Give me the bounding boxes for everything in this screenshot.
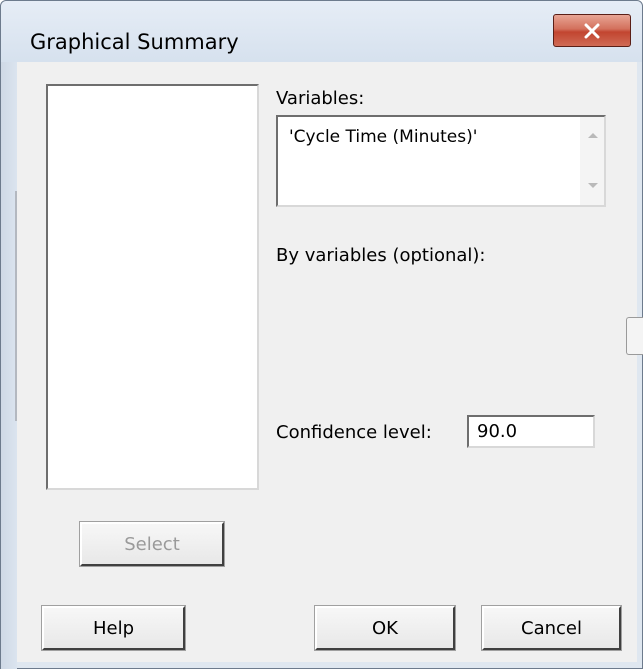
select-button[interactable]: Select [79,521,225,567]
side-expand-button[interactable] [626,317,643,355]
confidence-level-field[interactable]: 90.0 [467,415,595,448]
close-button[interactable] [553,14,631,47]
help-button[interactable]: Help [41,605,186,651]
by-variables-label: By variables (optional): [276,245,486,266]
scroll-up-arrow-icon[interactable] [588,133,598,138]
variables-field[interactable]: 'Cycle Time (Minutes)' [276,115,606,207]
dialog-window: Graphical Summary Variables: 'Cycle Time… [0,0,643,669]
variables-value: 'Cycle Time (Minutes)' [289,127,478,147]
ok-button[interactable]: OK [314,605,456,651]
cancel-button[interactable]: Cancel [481,605,622,651]
variables-scrollbar[interactable] [580,117,604,205]
dialog-client-area: Variables: 'Cycle Time (Minutes)' By var… [17,62,643,662]
title-bar[interactable]: Graphical Summary [1,1,642,62]
variables-label: Variables: [276,88,365,109]
window-title: Graphical Summary [30,30,239,54]
confidence-level-label: Confidence level: [276,422,432,443]
column-list[interactable] [46,84,259,490]
close-x-icon [584,23,600,38]
scroll-down-arrow-icon[interactable] [588,183,598,188]
